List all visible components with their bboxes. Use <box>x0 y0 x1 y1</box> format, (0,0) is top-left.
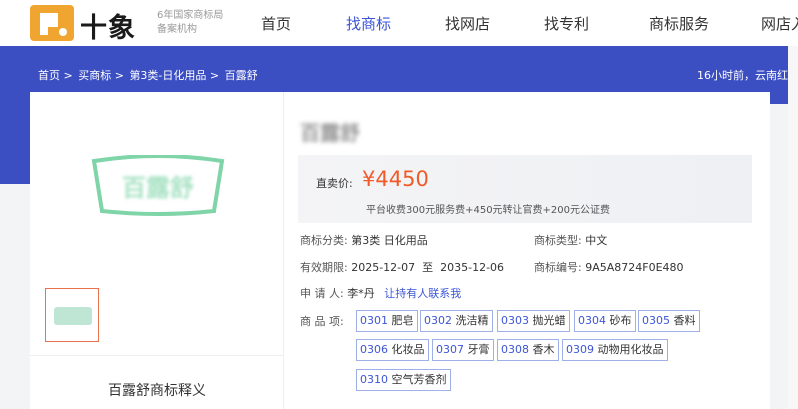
divider <box>30 355 284 356</box>
goods-label: 商 品 项: <box>300 315 344 328</box>
thumbnail-selected[interactable] <box>45 288 99 342</box>
applicant-row: 申 请 人: 李*丹 让持有人联系我 <box>300 287 462 300</box>
page-scrollbar[interactable] <box>788 46 798 409</box>
breadcrumb-home[interactable]: 首页 <box>38 69 60 82</box>
nav-find-shop[interactable]: 找网店 <box>445 13 490 34</box>
contact-holder-link[interactable]: 让持有人联系我 <box>384 287 461 300</box>
logo-subtitle: 6年国家商标局 备案机构 <box>157 10 224 35</box>
breadcrumb-category[interactable]: 第3类-日化用品 <box>129 69 206 82</box>
price-label: 直卖价: <box>316 177 353 190</box>
goods-tag[interactable]: 0303 抛光蜡 <box>497 310 570 332</box>
breadcrumb: 首页 > 买商标 > 第3类-日化用品 > 百露舒 <box>38 69 258 82</box>
trademark-meaning-title: 百露舒商标释义 <box>108 383 206 399</box>
logo-icon[interactable] <box>30 5 74 41</box>
goods-tag[interactable]: 0310 空气芳香剂 <box>356 369 451 391</box>
type-value: 中文 <box>585 234 608 247</box>
goods-tag[interactable]: 0304 砂布 <box>574 310 636 332</box>
trademark-main-image: 百露舒 <box>91 155 225 216</box>
nav-find-trademark[interactable]: 找商标 <box>346 13 391 34</box>
price-value: ¥4450 <box>362 167 429 191</box>
category-row: 商标分类: 第3类 日化用品 <box>300 234 428 247</box>
goods-tag[interactable]: 0307 牙膏 <box>432 339 494 361</box>
goods-tag[interactable]: 0305 香料 <box>638 310 700 332</box>
breadcrumb-current: 百露舒 <box>224 69 258 82</box>
category-value: 第3类 日化用品 <box>351 234 428 247</box>
type-row: 商标类型: 中文 <box>534 234 608 247</box>
goods-tag[interactable]: 0302 洗洁精 <box>420 310 493 332</box>
top-header: 十象 6年国家商标局 备案机构 首页 找商标 找网店 找专利 商标服务 网店入 <box>0 0 798 46</box>
breadcrumb-buy-trademark[interactable]: 买商标 <box>78 69 111 82</box>
code-value: 9A5A8724F0E480 <box>585 261 684 274</box>
trademark-image-text: 百露舒 <box>122 174 194 202</box>
activity-ticker: 16小时前，云南红河 <box>697 69 798 82</box>
gallery-panel <box>30 92 284 409</box>
nav-find-patent[interactable]: 找专利 <box>544 13 589 34</box>
nav-shop-entry[interactable]: 网店入 <box>761 13 798 34</box>
logo-text: 十象 <box>80 13 136 44</box>
code-row: 商标编号: 9A5A8724F0E480 <box>534 261 684 274</box>
goods-tag[interactable]: 0308 香木 <box>497 339 559 361</box>
nav-home[interactable]: 首页 <box>261 13 291 34</box>
validity-value: 2025-12-07 至 2035-12-06 <box>351 261 505 274</box>
trademark-title: 百露舒 <box>300 121 360 145</box>
fee-breakdown: 平台收费300元服务费+450元转让官费+200元公证费 <box>366 205 611 216</box>
goods-tag[interactable]: 0306 化妆品 <box>356 339 429 361</box>
applicant-value: 李*丹 <box>347 287 375 300</box>
nav-trademark-service[interactable]: 商标服务 <box>649 13 709 34</box>
goods-tag[interactable]: 0301 肥皂 <box>356 310 418 332</box>
validity-row: 有效期限: 2025-12-07 至 2035-12-06 <box>300 261 505 274</box>
banner-extension <box>0 104 30 184</box>
thumbnail-image <box>54 307 92 325</box>
goods-tag[interactable]: 0309 动物用化妆品 <box>562 339 668 361</box>
